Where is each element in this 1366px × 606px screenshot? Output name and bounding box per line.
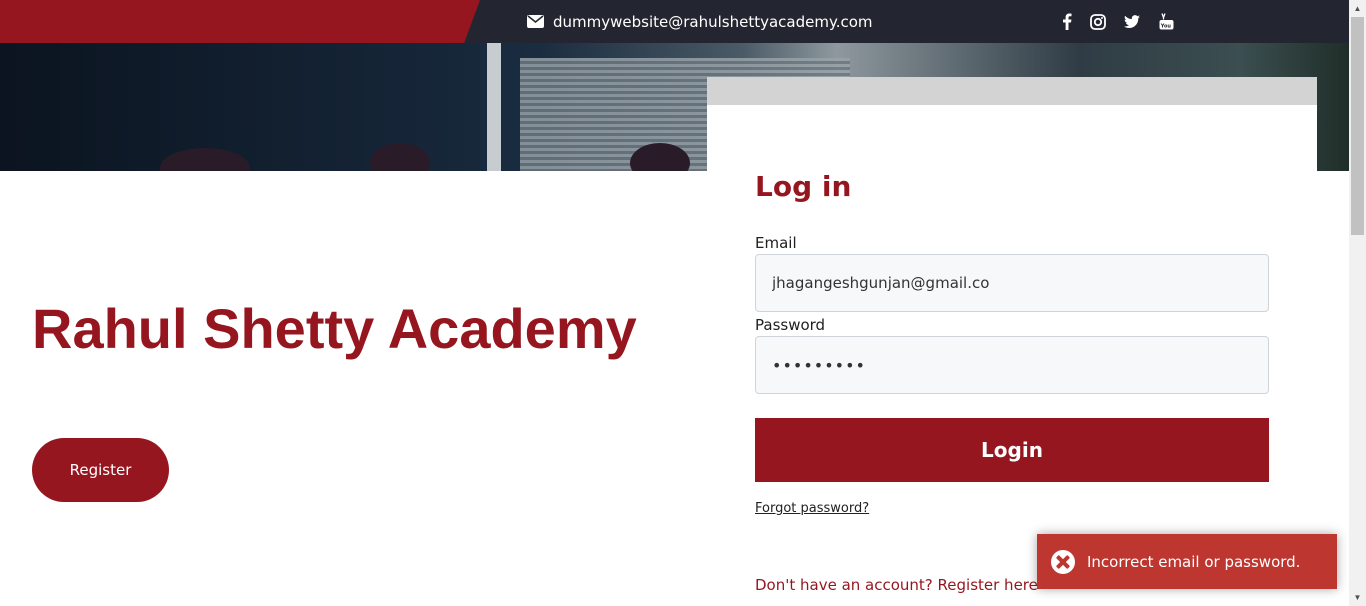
login-card-header (707, 77, 1317, 105)
contact-email[interactable]: dummywebsite@rahulshettyacademy.com (527, 0, 873, 43)
register-button[interactable]: Register (32, 438, 169, 502)
email-label: Email (755, 234, 797, 252)
password-label: Password (755, 316, 826, 334)
error-toast[interactable]: Incorrect email or password. (1037, 534, 1337, 589)
site-title: Rahul Shetty Academy (32, 297, 637, 360)
register-here-link[interactable]: Don't have an account? Register here (755, 576, 1038, 594)
toast-message: Incorrect email or password. (1087, 552, 1301, 571)
top-bar-accent (0, 0, 480, 43)
email-field[interactable] (755, 254, 1269, 312)
svg-text:You: You (1159, 24, 1171, 30)
error-icon (1051, 549, 1075, 574)
login-card: Log in Email Password Login Forgot passw… (707, 77, 1317, 606)
twitter-icon[interactable] (1121, 0, 1143, 43)
forgot-password-link[interactable]: Forgot password? (755, 501, 869, 516)
scrollbar-thumb[interactable] (1351, 17, 1364, 235)
instagram-icon[interactable] (1087, 0, 1109, 43)
scrollbar[interactable]: ▲ ▼ (1349, 0, 1366, 606)
youtube-icon[interactable]: You (1155, 0, 1177, 43)
login-title: Log in (755, 170, 852, 203)
top-bar: dummywebsite@rahulshettyacademy.com You (0, 0, 1349, 43)
facebook-icon[interactable] (1056, 0, 1078, 43)
envelope-icon (527, 15, 544, 28)
contact-email-text: dummywebsite@rahulshettyacademy.com (553, 12, 873, 31)
login-button[interactable]: Login (755, 418, 1269, 482)
scroll-up-arrow-icon[interactable]: ▲ (1349, 0, 1366, 17)
scroll-down-arrow-icon[interactable]: ▼ (1349, 589, 1366, 606)
password-field[interactable] (755, 336, 1269, 394)
